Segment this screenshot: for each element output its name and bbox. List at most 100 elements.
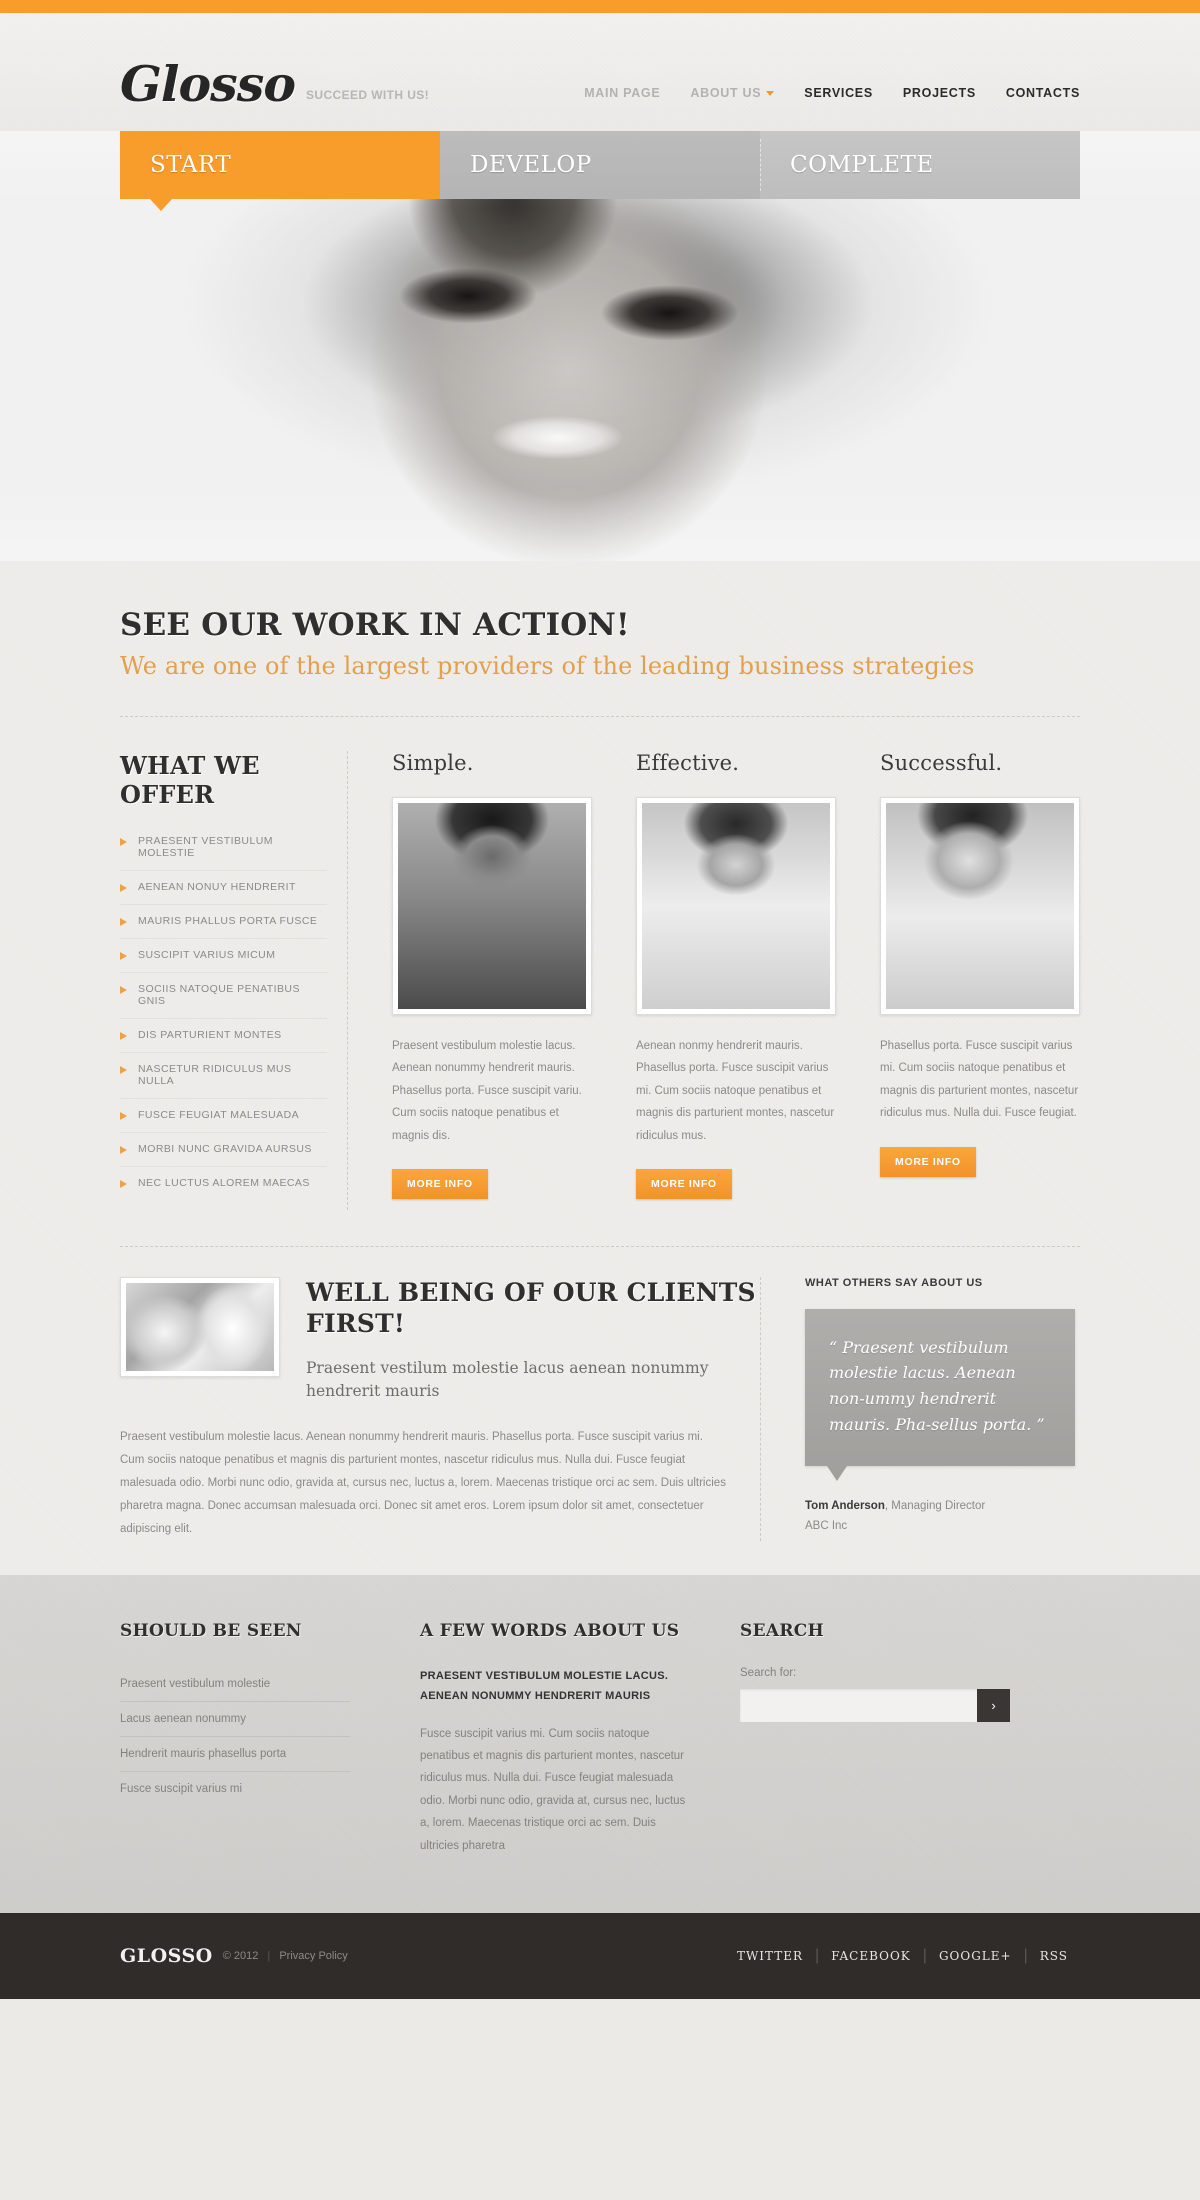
- nav-item-projects[interactable]: PROJECTS: [903, 86, 976, 100]
- service-card: Simple. Praesent vestibulum molestie lac…: [392, 751, 592, 1210]
- bottom-bar: GLOSSO © 2012 | Privacy Policy TWITTER |…: [0, 1913, 1200, 2000]
- list-item[interactable]: SOCIIS NATOQUE PENATIBUS GNIS: [120, 983, 327, 1019]
- list-item[interactable]: NEC LUCTUS ALOREM MAECAS: [120, 1177, 327, 1200]
- search-submit-button[interactable]: ›: [977, 1688, 1010, 1722]
- list-item[interactable]: MORBI NUNC GRAVIDA AURSUS: [120, 1143, 327, 1167]
- tab-label: START: [150, 152, 232, 178]
- list-item[interactable]: MAURIS PHALLUS PORTA FUSCE: [120, 915, 327, 939]
- footer-column-search: SEARCH Search for: ›: [740, 1621, 1080, 1857]
- more-info-button[interactable]: MORE INFO: [880, 1146, 976, 1177]
- bubble-tail: [827, 1466, 847, 1482]
- chevron-down-icon: [766, 91, 775, 97]
- card-text: Phasellus porta. Fusce suscipit varius m…: [880, 1040, 1079, 1120]
- footer-column-about: A FEW WORDS ABOUT US PRAESENT VESTIBULUM…: [420, 1621, 740, 1857]
- copyright-text: © 2012: [222, 1950, 259, 1963]
- copyright-block: © 2012 | Privacy Policy: [223, 1950, 348, 1962]
- site-header: Glosso SUCCEED WITH US! MAIN PAGE ABOUT …: [0, 13, 1200, 131]
- wellbeing-body: Praesent vestibulum molestie lacus. Aene…: [120, 1430, 726, 1535]
- footer-logo: GLOSSO: [120, 1945, 213, 1968]
- nav-label: PROJECTS: [902, 86, 976, 100]
- card-image: [880, 797, 1080, 1015]
- more-info-button[interactable]: MORE INFO: [392, 1169, 488, 1200]
- active-tab-pointer: [150, 199, 172, 211]
- page-title: SEE OUR WORK IN ACTION!: [120, 607, 630, 643]
- offer-and-cards: WHAT WE OFFER PRAESENT VESTIBULUM MOLEST…: [120, 751, 1080, 1210]
- tab-start[interactable]: START: [120, 131, 440, 211]
- intro-block: SEE OUR WORK IN ACTION! We are one of th…: [120, 561, 1080, 717]
- wellbeing-main: WELL BEING OF OUR CLIENTS FIRST! Praesen…: [120, 1276, 760, 1541]
- footer-link[interactable]: Praesent vestibulum molestie: [120, 1667, 350, 1701]
- footer-link[interactable]: Fusce suscipit varius mi: [120, 1772, 350, 1806]
- social-link-googleplus[interactable]: GOOGLE+: [927, 1949, 1024, 1963]
- divider: [120, 716, 1080, 717]
- footer-about-bold: PRAESENT VESTIBULUM MOLESTIE LACUS. AENE…: [420, 1669, 669, 1702]
- tab-develop[interactable]: DEVELOP: [440, 131, 760, 199]
- footer-columns: SHOULD BE SEEN Praesent vestibulum moles…: [0, 1574, 1200, 1914]
- testimonial-company: ABC Inc: [805, 1520, 848, 1533]
- footer-heading: A FEW WORDS ABOUT US: [420, 1620, 680, 1641]
- testimonial-bubble: “ Praesent vestibulum molestie lacus. Ae…: [805, 1308, 1075, 1482]
- top-accent-bar: [0, 0, 1200, 28]
- wellbeing-section: WELL BEING OF OUR CLIENTS FIRST! Praesen…: [120, 1276, 1080, 1541]
- search-form: ›: [740, 1688, 1010, 1722]
- testimonial-quote: “ Praesent vestibulum molestie lacus. Ae…: [829, 1337, 1045, 1435]
- social-link-rss[interactable]: RSS: [1028, 1949, 1080, 1963]
- nav-item-services[interactable]: SERVICES: [804, 86, 873, 100]
- more-info-button[interactable]: MORE INFO: [636, 1169, 732, 1200]
- search-input[interactable]: [740, 1688, 977, 1722]
- list-item: Praesent vestibulum molestie: [120, 1667, 350, 1702]
- service-card: Successful. Phasellus porta. Fusce susci…: [880, 751, 1080, 1210]
- card-image: [392, 797, 592, 1015]
- card-text: Praesent vestibulum molestie lacus. Aene…: [392, 1040, 582, 1142]
- testimonial-heading: WHAT OTHERS SAY ABOUT US: [805, 1276, 983, 1289]
- separator: |: [267, 1950, 271, 1963]
- nav-item-about-us[interactable]: ABOUT US: [690, 86, 775, 100]
- site-tagline: SUCCEED WITH US!: [306, 88, 430, 102]
- testimonial-author-block: Tom Anderson, Managing Director ABC Inc: [805, 1496, 1080, 1536]
- list-item[interactable]: AENEAN NONUY HENDRERIT: [120, 881, 327, 905]
- list-item: Hendrerit mauris phasellus porta: [120, 1737, 350, 1772]
- main-content: SEE OUR WORK IN ACTION! We are one of th…: [0, 561, 1200, 1575]
- page-subtitle: We are one of the largest providers of t…: [120, 652, 975, 680]
- footer-heading: SEARCH: [740, 1620, 824, 1641]
- divider: [120, 1245, 1080, 1247]
- tab-label: COMPLETE: [790, 152, 934, 178]
- nav-item-main-page[interactable]: MAIN PAGE: [584, 86, 660, 100]
- service-card: Effective. Aenean nonmy hendrerit mauris…: [636, 751, 836, 1210]
- list-item[interactable]: FUSCE FEUGIAT MALESUADA: [120, 1109, 327, 1133]
- list-item[interactable]: PRAESENT VESTIBULUM MOLESTIE: [120, 835, 327, 871]
- testimonial-section: WHAT OTHERS SAY ABOUT US “ Praesent vest…: [760, 1276, 1080, 1541]
- service-cards: Simple. Praesent vestibulum molestie lac…: [347, 751, 1080, 1210]
- card-title: Simple.: [392, 751, 474, 775]
- list-item[interactable]: DIS PARTURIENT MONTES: [120, 1029, 327, 1053]
- footer-about-text: Fusce suscipit varius mi. Cum sociis nat…: [420, 1727, 686, 1852]
- social-link-twitter[interactable]: TWITTER: [725, 1949, 815, 1963]
- privacy-policy-link[interactable]: Privacy Policy: [279, 1950, 347, 1962]
- social-links: TWITTER | FACEBOOK | GOOGLE+ | RSS: [725, 1947, 1080, 1965]
- offer-list: PRAESENT VESTIBULUM MOLESTIE AENEAN NONU…: [120, 835, 327, 1200]
- testimonial-role: , Managing Director: [884, 1500, 986, 1513]
- card-title: Successful.: [880, 751, 1003, 775]
- footer-column-links: SHOULD BE SEEN Praesent vestibulum moles…: [120, 1621, 420, 1857]
- list-item: Lacus aenean nonummy: [120, 1702, 350, 1737]
- social-link-facebook[interactable]: FACEBOOK: [819, 1949, 923, 1963]
- page-root: Glosso SUCCEED WITH US! MAIN PAGE ABOUT …: [0, 0, 1200, 2000]
- list-item: Fusce suscipit varius mi: [120, 1772, 350, 1806]
- footer-heading: SHOULD BE SEEN: [120, 1620, 302, 1641]
- tab-label: DEVELOP: [470, 152, 592, 178]
- list-item[interactable]: SUSCIPIT VARIUS MICUM: [120, 949, 327, 973]
- footer-link-list: Praesent vestibulum molestie Lacus aenea…: [120, 1667, 350, 1806]
- testimonial-author: Tom Anderson: [805, 1500, 885, 1513]
- footer-link[interactable]: Lacus aenean nonummy: [120, 1702, 350, 1736]
- nav-item-contacts[interactable]: CONTACTS: [1006, 86, 1080, 100]
- card-title: Effective.: [636, 751, 740, 775]
- nav-label: CONTACTS: [1005, 86, 1080, 100]
- card-text: Aenean nonmy hendrerit mauris. Phasellus…: [636, 1040, 835, 1142]
- nav-label: ABOUT US: [690, 86, 762, 100]
- wellbeing-heading: WELL BEING OF OUR CLIENTS FIRST!: [306, 1277, 756, 1338]
- site-logo[interactable]: Glosso: [120, 60, 296, 131]
- footer-link[interactable]: Hendrerit mauris phasellus porta: [120, 1737, 350, 1771]
- wellbeing-lead: Praesent vestilum molestie lacus aenean …: [306, 1359, 709, 1400]
- tab-complete[interactable]: COMPLETE: [760, 131, 1080, 199]
- list-item[interactable]: NASCETUR RIDICULUS MUS NULLA: [120, 1063, 327, 1099]
